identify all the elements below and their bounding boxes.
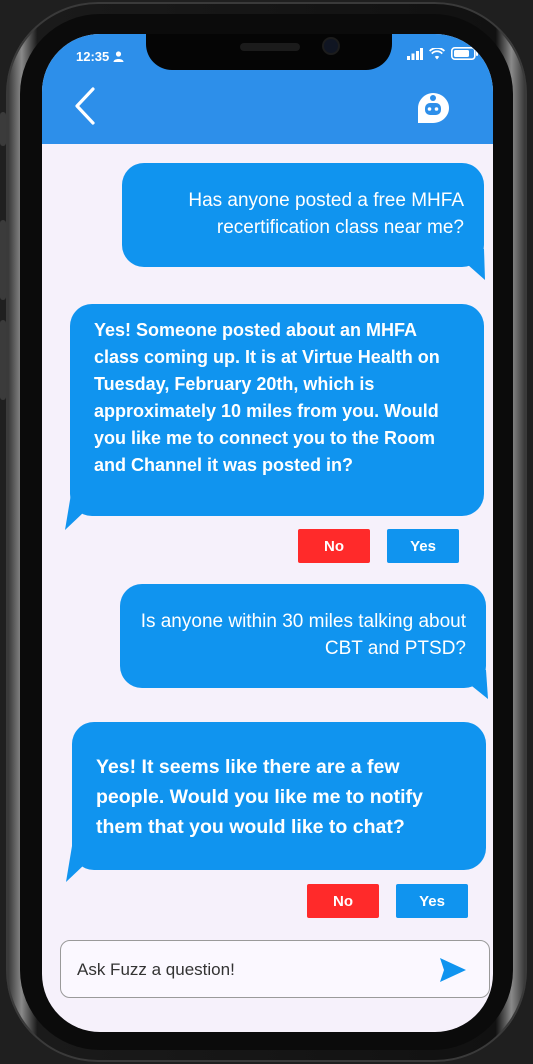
chatbot-icon	[418, 93, 449, 123]
front-camera	[324, 39, 338, 53]
bubble-tail	[66, 846, 104, 882]
battery-icon	[451, 47, 478, 60]
message-bubble-bot: Yes! Someone posted about an MHFA class …	[70, 304, 484, 516]
message-bubble-user: Has anyone posted a free MHFA recertific…	[122, 163, 484, 267]
message-bubble-user: Is anyone within 30 miles talking about …	[120, 584, 486, 688]
bubble-tail	[452, 670, 488, 699]
speaker-grille	[240, 43, 300, 51]
message-bubble-bot: Yes! It seems like there are a few peopl…	[72, 722, 486, 870]
send-button[interactable]	[439, 956, 467, 984]
bubble-tail	[65, 494, 103, 530]
wifi-icon	[429, 47, 445, 59]
message-input[interactable]	[75, 955, 419, 985]
person-icon	[113, 51, 124, 62]
status-icons	[407, 47, 479, 60]
yes-button[interactable]: Yes	[387, 529, 459, 563]
volume-down-button	[0, 320, 6, 400]
bubble-tail	[450, 249, 485, 280]
header-bar: 12:35	[42, 34, 493, 144]
no-button[interactable]: No	[298, 529, 370, 563]
yes-button[interactable]: Yes	[396, 884, 468, 918]
back-chevron-icon	[75, 87, 95, 125]
signal-icon	[407, 47, 423, 60]
volume-up-button	[0, 220, 6, 300]
chatbot-button[interactable]	[415, 90, 451, 126]
back-button[interactable]	[68, 86, 102, 126]
no-button[interactable]: No	[307, 884, 379, 918]
message-composer	[60, 940, 490, 998]
notch	[146, 34, 392, 70]
mute-switch	[0, 112, 6, 146]
send-icon	[440, 958, 466, 982]
phone-screen: 12:35 Has anyone posted a free MHFA rece…	[42, 34, 493, 1032]
status-time: 12:35	[76, 49, 124, 64]
